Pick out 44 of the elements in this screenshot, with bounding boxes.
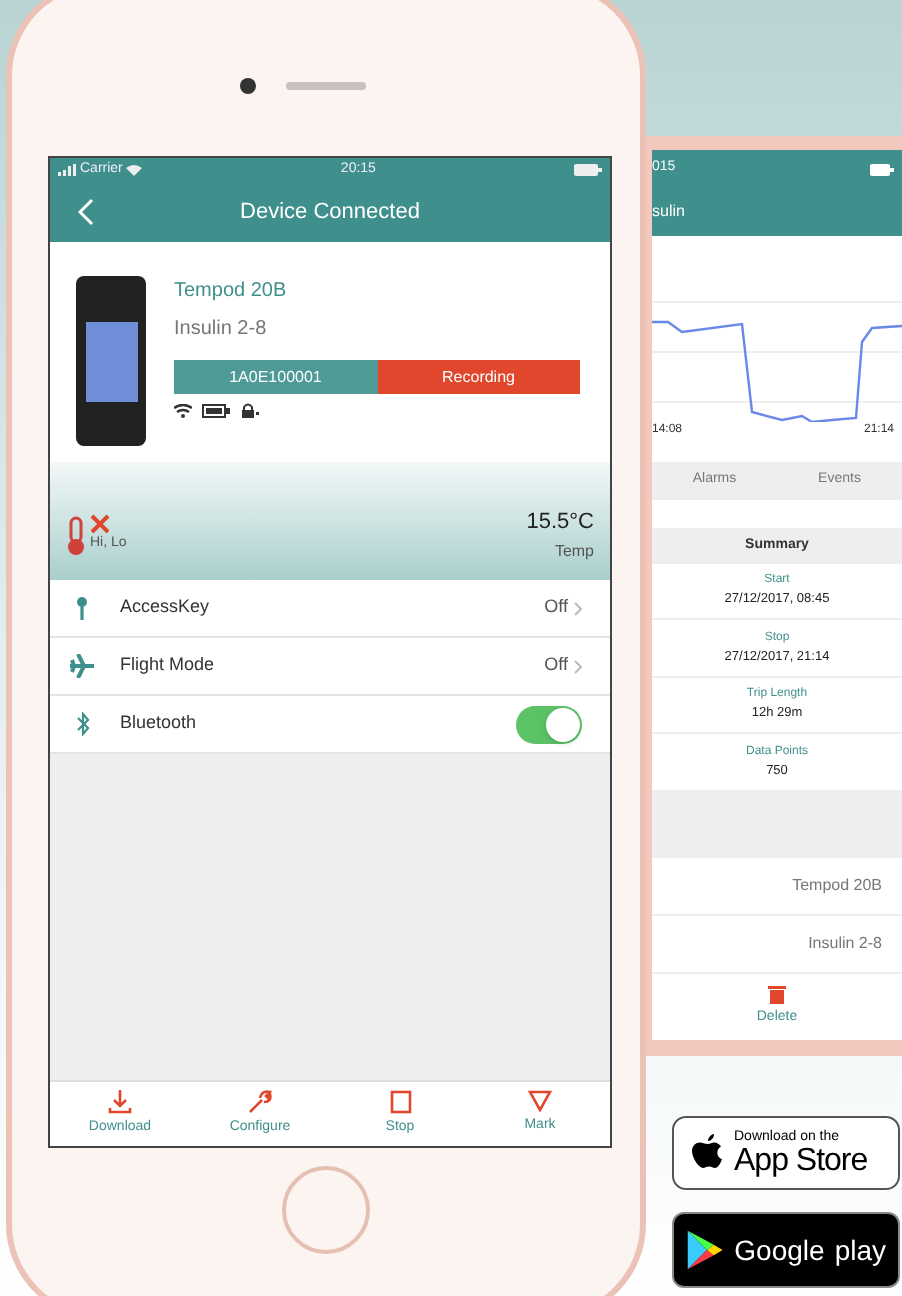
stop-square-icon <box>389 1089 411 1114</box>
wifi-icon <box>174 403 192 417</box>
setting-row[interactable]: Flight Mode Off <box>50 638 610 696</box>
apple-icon <box>692 1134 724 1172</box>
chevron-icon <box>574 601 582 615</box>
speaker-icon <box>286 82 366 90</box>
triangle-icon <box>528 1090 552 1113</box>
badge-title: Google <box>734 1231 825 1270</box>
setting-label: AccessKey <box>120 594 212 621</box>
device-profile: Insulin 2-8 <box>174 316 269 344</box>
bluetooth-toggle[interactable] <box>516 705 582 743</box>
detail-value: Insulin 2-8 <box>808 931 882 956</box>
lock-icon <box>240 402 260 418</box>
device-name: Tempod 20B <box>174 278 289 306</box>
badge-title: play <box>834 1231 886 1270</box>
play-triangle-icon <box>686 1226 725 1274</box>
setting-row[interactable]: AccessKey Off <box>50 580 610 638</box>
setting-label: Bluetooth <box>120 710 199 737</box>
airplane-icon <box>70 654 94 678</box>
screen-title: Device Connected <box>240 197 420 228</box>
status-label: Recording <box>377 360 580 394</box>
temperature-value: 15.5°C <box>526 508 594 539</box>
badge-title: App Store <box>734 1145 868 1177</box>
thermometer-icon <box>66 515 86 556</box>
battery-icon <box>202 403 230 417</box>
trash-icon <box>768 984 786 1005</box>
setting-value: Off <box>544 594 568 621</box>
alarm-cross-icon <box>90 514 110 535</box>
setting-label: Flight Mode <box>120 652 217 679</box>
signal-icon <box>58 164 76 176</box>
temperature-label: Temp <box>554 539 594 564</box>
bluetooth-icon <box>75 712 89 736</box>
serial-number: 1A0E100001 <box>174 360 377 394</box>
chevron-icon <box>574 659 582 673</box>
screen-title: sulin <box>652 199 685 224</box>
wifi-icon <box>126 164 143 176</box>
google-play-badge[interactable]: Google play <box>672 1212 900 1288</box>
battery-icon <box>573 164 602 176</box>
setting-value: Off <box>544 652 568 679</box>
key-icon <box>76 596 88 620</box>
detail-value: Tempod 20B <box>792 874 882 899</box>
download-icon <box>108 1089 132 1114</box>
battery-icon <box>870 163 894 176</box>
wrench-icon <box>248 1089 272 1114</box>
